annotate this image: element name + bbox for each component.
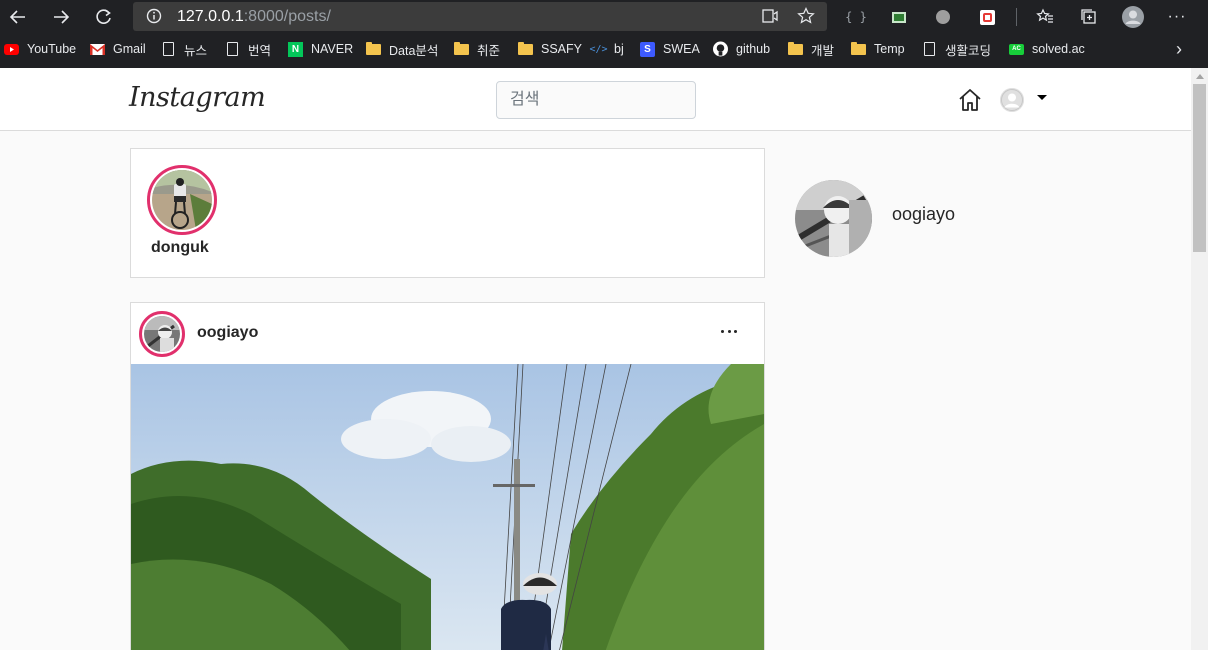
youtube-icon [4, 42, 19, 57]
top-navbar: Instagram [0, 68, 1191, 131]
instagram-logo[interactable]: Instagram [129, 82, 266, 113]
search-input[interactable] [496, 81, 696, 119]
bookmark-label: Temp [874, 42, 905, 56]
profile-avatar-icon[interactable] [1122, 6, 1144, 28]
folder-icon [454, 41, 469, 57]
address-bar[interactable]: 127.0.0.1:8000/posts/ [133, 2, 827, 31]
bookmark-github[interactable]: github [713, 40, 770, 58]
profile-dropdown-caret-icon[interactable] [1037, 95, 1047, 100]
story-username[interactable]: donguk [151, 239, 209, 257]
gmail-icon [90, 42, 105, 57]
scroll-up-arrow-icon[interactable] [1196, 74, 1204, 79]
bookmark-label: Data분석 [389, 43, 439, 58]
url-path: :8000/posts/ [243, 8, 331, 25]
bookmark-bj[interactable]: </> bj [589, 40, 624, 58]
stories-box: donguk [130, 148, 765, 278]
bookmark-label: SWEA [663, 42, 700, 56]
extension-shield-icon[interactable] [932, 6, 954, 28]
story-avatar-donguk[interactable] [147, 165, 217, 235]
vertical-scrollbar[interactable] [1191, 68, 1208, 650]
bookmark-folder-dev[interactable]: 개발 [788, 40, 834, 58]
bookmark-label: 개발 [811, 43, 835, 58]
bookmark-youtube[interactable]: YouTube [4, 40, 76, 58]
folder-icon [366, 41, 381, 57]
bookmark-label: bj [614, 42, 624, 56]
info-icon[interactable] [146, 8, 162, 24]
browser-toolbar: 127.0.0.1:8000/posts/ { } ··· [0, 0, 1208, 34]
url-text: 127.0.0.1:8000/posts/ [177, 8, 331, 26]
extension-sitemap-icon[interactable] [976, 6, 998, 28]
bookmark-label: SSAFY [541, 42, 582, 56]
bookmark-label: Gmail [113, 42, 146, 56]
swea-icon: S [640, 41, 655, 57]
post-card: oogiayo [130, 302, 765, 650]
favorites-list-icon[interactable] [1034, 6, 1056, 28]
naver-icon: N [288, 41, 303, 57]
toolbar-divider [1016, 8, 1017, 26]
bookmark-label: 뉴스 [184, 43, 208, 58]
folder-icon [851, 41, 866, 57]
profile-avatar[interactable] [1000, 88, 1024, 112]
page-icon [161, 42, 176, 57]
page-viewport: Instagram 검색 donguk oogiayo oogiayo [0, 68, 1191, 650]
bookmark-label: 번역 [248, 43, 272, 58]
bookmark-label: 취준 [477, 43, 501, 58]
post-photo[interactable] [131, 364, 764, 650]
bookmarks-bar: YouTube Gmail 뉴스 번역 N NAVER Data분석 취준 SS [0, 35, 1208, 63]
bookmark-label: github [736, 42, 771, 56]
bookmark-naver[interactable]: N NAVER [288, 40, 353, 58]
bookmark-translate[interactable]: 번역 [225, 40, 271, 58]
extension-green-icon[interactable] [888, 6, 910, 28]
bookmark-label: NAVER [311, 42, 354, 56]
bookmark-label: YouTube [27, 42, 77, 56]
post-header: oogiayo [131, 303, 764, 364]
scrollbar-thumb[interactable] [1193, 84, 1206, 252]
folder-icon [518, 41, 533, 57]
bookmark-solvedac[interactable]: AC solved.ac [1009, 40, 1085, 58]
more-options-icon[interactable] [721, 323, 737, 339]
collections-icon[interactable] [1078, 6, 1100, 28]
bookmark-news[interactable]: 뉴스 [161, 40, 207, 58]
reload-icon[interactable] [91, 5, 117, 29]
post-author-photo [144, 316, 180, 352]
folder-icon [788, 41, 803, 57]
bookmark-opentutorials[interactable]: 생활코딩 [922, 40, 991, 58]
read-aloud-icon[interactable] [761, 7, 779, 25]
story-cyclist-photo [152, 170, 212, 230]
bookmark-folder-ssafy[interactable]: SSAFY [518, 40, 582, 58]
more-menu-icon[interactable]: ··· [1166, 6, 1188, 28]
favorite-star-icon[interactable] [797, 7, 815, 25]
forward-arrow-icon[interactable] [48, 5, 74, 29]
bookmark-label: solved.ac [1032, 42, 1085, 56]
back-arrow-icon[interactable] [5, 5, 31, 29]
solvedac-icon: AC [1009, 42, 1024, 57]
post-author-avatar[interactable] [139, 311, 185, 357]
home-icon[interactable] [957, 87, 983, 113]
post-author-username[interactable]: oogiayo [197, 324, 258, 342]
browser-chrome: 127.0.0.1:8000/posts/ { } ··· YouTube Gm… [0, 0, 1208, 68]
bookmark-label: 생활코딩 [945, 43, 992, 58]
more-bookmarks-chevron-icon[interactable]: › [1176, 38, 1182, 59]
url-host: 127.0.0.1 [177, 8, 244, 25]
code-icon: </> [589, 43, 608, 55]
more-bookmarks-glyph: › [1176, 38, 1182, 59]
json-extension-icon[interactable]: { } [845, 6, 867, 28]
page-icon [922, 42, 937, 57]
sidebar-user-avatar[interactable] [795, 180, 872, 257]
page-icon [225, 42, 240, 57]
bookmark-swea[interactable]: S SWEA [640, 40, 700, 58]
github-icon [713, 41, 728, 57]
bookmark-gmail[interactable]: Gmail [90, 40, 146, 58]
bookmark-folder-job[interactable]: 취준 [454, 40, 500, 58]
sidebar-username[interactable]: oogiayo [892, 204, 955, 225]
bookmark-folder-temp[interactable]: Temp [851, 40, 905, 58]
bookmark-folder-data[interactable]: Data분석 [366, 40, 438, 58]
